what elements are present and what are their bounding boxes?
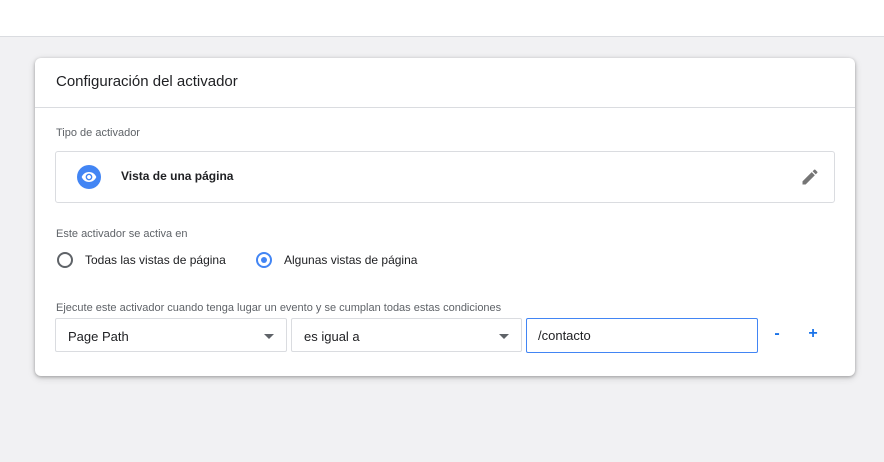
top-bar xyxy=(0,0,884,37)
variable-select[interactable]: Page Path xyxy=(55,318,287,352)
radio-some-page-views[interactable]: Algunas vistas de página xyxy=(256,251,436,273)
radio-button-unchecked[interactable] xyxy=(57,252,73,268)
trigger-configuration-card: Configuración del activador Tipo de acti… xyxy=(35,58,855,376)
card-title: Configuración del activador xyxy=(56,73,238,90)
card-header: Configuración del activador xyxy=(35,58,855,108)
radio-label-some: Algunas vistas de página xyxy=(284,253,418,267)
operator-select[interactable]: es igual a xyxy=(291,318,522,352)
add-condition-button[interactable]: + xyxy=(801,322,825,346)
remove-condition-button[interactable]: - xyxy=(765,322,789,346)
radio-label-all: Todas las vistas de página xyxy=(85,253,226,267)
radio-button-checked[interactable] xyxy=(256,252,272,268)
pencil-icon[interactable] xyxy=(800,167,820,187)
chevron-down-icon xyxy=(264,334,274,339)
trigger-type-name: Vista de una página xyxy=(121,169,234,183)
trigger-type-selector[interactable]: Vista de una página xyxy=(55,151,835,203)
condition-value-input[interactable] xyxy=(526,318,758,353)
operator-select-value: es igual a xyxy=(304,329,360,344)
trigger-type-label: Tipo de activador xyxy=(56,127,140,139)
radio-all-page-views[interactable]: Todas las vistas de página xyxy=(57,251,247,273)
conditions-label: Ejecute este activador cuando tenga luga… xyxy=(56,302,502,314)
eye-icon xyxy=(77,165,101,189)
fires-on-label: Este activador se activa en xyxy=(56,228,188,240)
chevron-down-icon xyxy=(499,334,509,339)
variable-select-value: Page Path xyxy=(68,329,129,344)
